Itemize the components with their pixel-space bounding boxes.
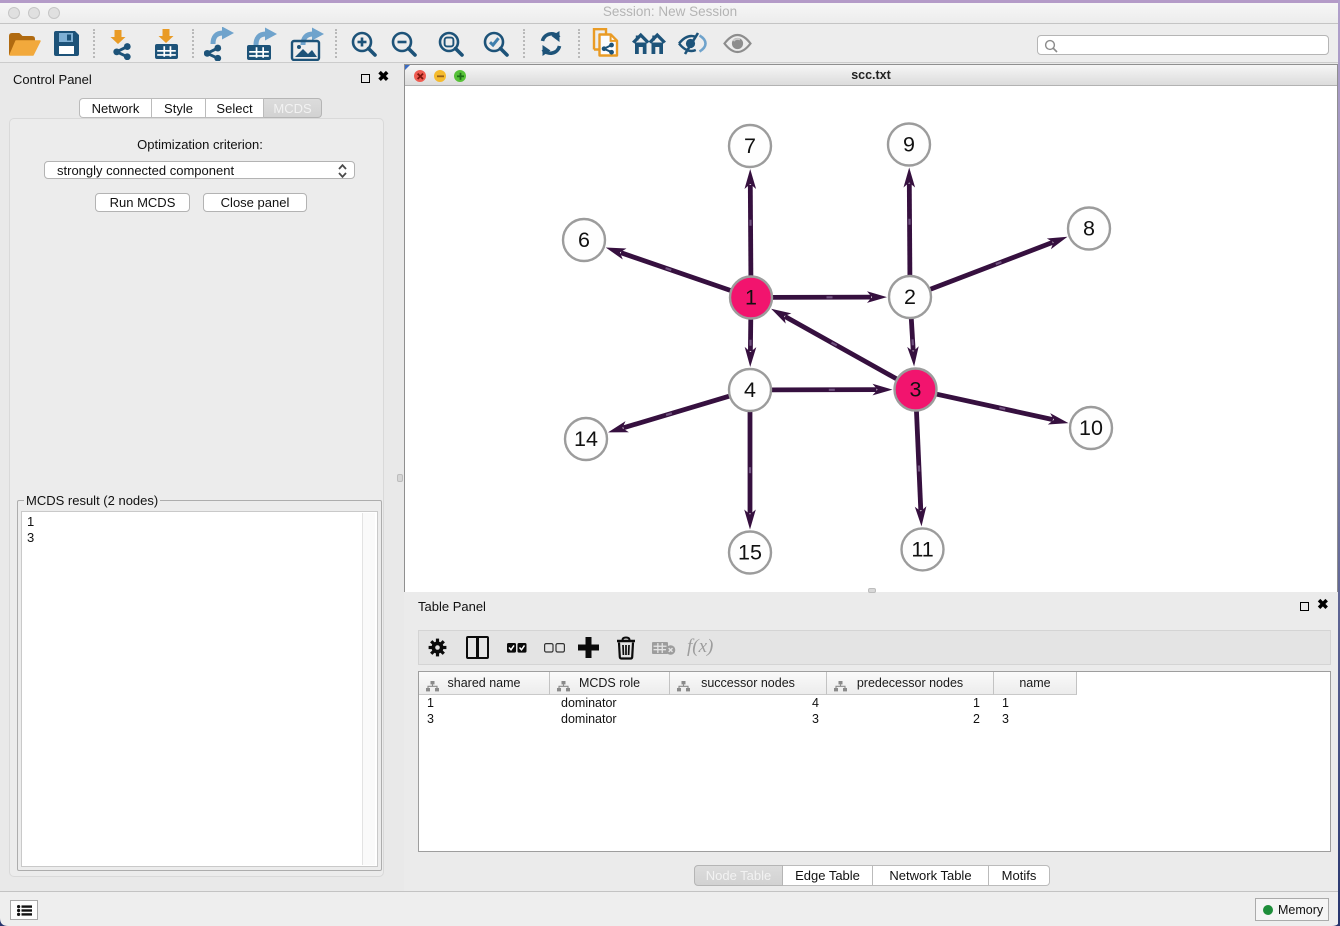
svg-text:7: 7 <box>744 134 756 158</box>
svg-text:10: 10 <box>1079 416 1103 440</box>
svg-text:9: 9 <box>903 133 915 157</box>
svg-text:1: 1 <box>745 286 757 310</box>
svg-text:2: 2 <box>904 285 916 309</box>
svg-text:15: 15 <box>738 541 762 565</box>
svg-text:14: 14 <box>574 427 598 451</box>
svg-text:11: 11 <box>911 537 933 561</box>
svg-text:4: 4 <box>744 378 756 402</box>
svg-text:3: 3 <box>910 378 922 402</box>
svg-text:8: 8 <box>1083 217 1095 241</box>
svg-text:6: 6 <box>578 228 590 252</box>
